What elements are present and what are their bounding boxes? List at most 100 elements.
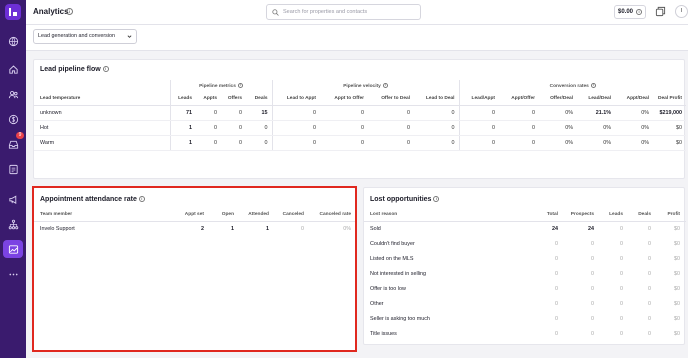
table-row[interactable]: Listed on the MLS 0 0 0 0 $0 xyxy=(364,251,686,266)
cell: 0 xyxy=(458,135,499,151)
column-header[interactable]: Profit xyxy=(657,208,686,222)
cell: 0 xyxy=(620,300,623,307)
more-icon[interactable] xyxy=(3,265,23,283)
chevron-down-icon xyxy=(127,35,132,38)
appointment-info-icon[interactable]: i xyxy=(138,196,145,203)
column-header[interactable]: Appt set xyxy=(164,208,210,222)
table-row[interactable]: Couldn't find buyer 0 0 0 0 $0 xyxy=(364,236,686,251)
column-header[interactable]: Appts xyxy=(196,92,221,106)
group-conversion-rates: Conversion rates i xyxy=(458,80,686,92)
column-header[interactable]: Deals xyxy=(629,208,657,222)
table-row[interactable]: Warm 1 0 0 0 0 0 0 0 0 0 0% 0% 0% $0 xyxy=(34,135,686,151)
cell: 0 xyxy=(555,315,558,322)
cell: 1 xyxy=(231,225,234,232)
column-header[interactable]: Lost reason xyxy=(364,208,534,222)
cell: 0 xyxy=(368,120,414,136)
column-header[interactable]: Total xyxy=(534,208,564,222)
lost-info-icon[interactable]: i xyxy=(433,196,440,203)
cell: $219,000 xyxy=(653,105,686,121)
column-header[interactable]: Prospects xyxy=(564,208,600,222)
cell: 0 xyxy=(221,135,246,151)
cell: 0 xyxy=(221,120,246,136)
search-box[interactable] xyxy=(266,4,421,20)
column-header[interactable]: Lead/Appt xyxy=(458,92,499,106)
appointment-title: Appointment attendance rate i xyxy=(40,196,145,203)
info-icon[interactable]: i xyxy=(66,8,73,15)
cell: 0 xyxy=(246,135,272,151)
page-title: Analytics xyxy=(33,7,69,16)
cell: 0% xyxy=(615,120,653,136)
windows-icon[interactable] xyxy=(655,6,666,17)
table-row[interactable]: Sold 24 24 0 0 $0 xyxy=(364,221,686,236)
inbox-icon[interactable]: 9 xyxy=(3,132,24,153)
cell: 0 xyxy=(246,120,272,136)
cell: 0 xyxy=(620,225,623,232)
cell: 0 xyxy=(648,225,651,232)
column-header[interactable]: Offers xyxy=(221,92,246,106)
cell: 0 xyxy=(620,330,623,337)
column-header[interactable]: Open xyxy=(210,208,240,222)
cell: 0 xyxy=(591,285,594,292)
cell: 0 xyxy=(196,135,221,151)
table-row[interactable]: Invelo Support 2 1 1 0 0% xyxy=(34,221,357,236)
cell: Title issues xyxy=(370,330,397,337)
cell: Invelo Support xyxy=(40,225,75,232)
cell: 0 xyxy=(196,105,221,121)
column-header[interactable]: Appt to Offer xyxy=(320,92,368,106)
column-header[interactable]: Canceled xyxy=(275,208,310,222)
column-header[interactable]: Canceled rate xyxy=(310,208,357,222)
table-row[interactable]: Hot 1 0 0 0 0 0 0 0 0 0 0% 0% 0% $0 xyxy=(34,120,686,136)
cell: 0 xyxy=(499,105,539,121)
cell: $0 xyxy=(653,120,686,136)
balance-button[interactable]: $0.00 i xyxy=(614,5,646,19)
table-row[interactable]: Not interested in selling 0 0 0 0 $0 xyxy=(364,266,686,281)
contacts-icon[interactable] xyxy=(3,85,23,103)
column-header[interactable]: Lead to Deal xyxy=(414,92,459,106)
dollar-icon[interactable] xyxy=(3,110,23,128)
column-header[interactable]: Leads xyxy=(169,92,196,106)
logo-icon[interactable] xyxy=(5,4,21,20)
table-row[interactable]: Offer is too low 0 0 0 0 $0 xyxy=(364,281,686,296)
table-row[interactable]: Other 0 0 0 0 $0 xyxy=(364,296,686,311)
analytics-icon[interactable] xyxy=(3,240,23,258)
column-header[interactable]: Appt/Offer xyxy=(499,92,539,106)
column-header[interactable]: Deal Profit xyxy=(653,92,686,106)
column-header[interactable]: Offer to Deal xyxy=(368,92,414,106)
column-header[interactable]: Leads xyxy=(600,208,629,222)
column-header[interactable]: Lead temperature xyxy=(34,92,170,106)
info-icon[interactable]: i xyxy=(590,83,596,89)
column-header[interactable]: Appt/Deal xyxy=(615,92,653,106)
avatar[interactable]: I xyxy=(675,5,688,18)
top-bar: Analytics i $0.00 i I xyxy=(26,0,688,25)
cell: 0 xyxy=(591,270,594,277)
table-row[interactable]: unknown 71 0 0 15 0 0 0 0 0 0 0% 21.1% 0… xyxy=(34,105,686,121)
lost-opportunities-card: Lost opportunities i Lost reason Total Pr… xyxy=(363,187,686,345)
table-row[interactable]: Title issues 0 0 0 0 $0 xyxy=(364,326,686,341)
info-icon[interactable]: i xyxy=(237,83,243,89)
home-icon[interactable] xyxy=(3,60,23,78)
table-row[interactable]: Seller is asking too much 0 0 0 0 $0 xyxy=(364,311,686,326)
megaphone-icon[interactable] xyxy=(3,190,23,208)
cell: 0 xyxy=(271,105,320,121)
pipeline-table: Pipeline metrics i Pipeline velocity i Con… xyxy=(34,80,686,151)
cell: 0% xyxy=(577,135,615,151)
report-select[interactable]: Lead generation and conversion xyxy=(33,29,137,44)
appointment-header-row: Team member Appt set Open Attended Cance… xyxy=(34,208,357,222)
info-icon[interactable]: i xyxy=(382,83,388,89)
cell: $0 xyxy=(674,315,680,322)
column-header[interactable]: Deals xyxy=(246,92,272,106)
column-header[interactable]: Attended xyxy=(240,208,275,222)
cell: 0 xyxy=(320,135,368,151)
column-header[interactable]: Lead/Deal xyxy=(577,92,615,106)
column-header[interactable]: Offer/Deal xyxy=(539,92,577,106)
org-chart-icon[interactable] xyxy=(3,215,23,233)
column-header[interactable]: Team member xyxy=(34,208,164,222)
column-header[interactable]: Lead to Appt xyxy=(271,92,320,106)
globe-icon[interactable] xyxy=(3,32,23,50)
search-input[interactable] xyxy=(283,7,418,17)
lost-table: Lost reason Total Prospects Leads Deals … xyxy=(364,208,686,341)
cell: $0 xyxy=(674,240,680,247)
document-icon[interactable] xyxy=(3,160,23,178)
cell: 0 xyxy=(368,135,414,151)
pipeline-info-icon[interactable]: i xyxy=(102,66,109,73)
